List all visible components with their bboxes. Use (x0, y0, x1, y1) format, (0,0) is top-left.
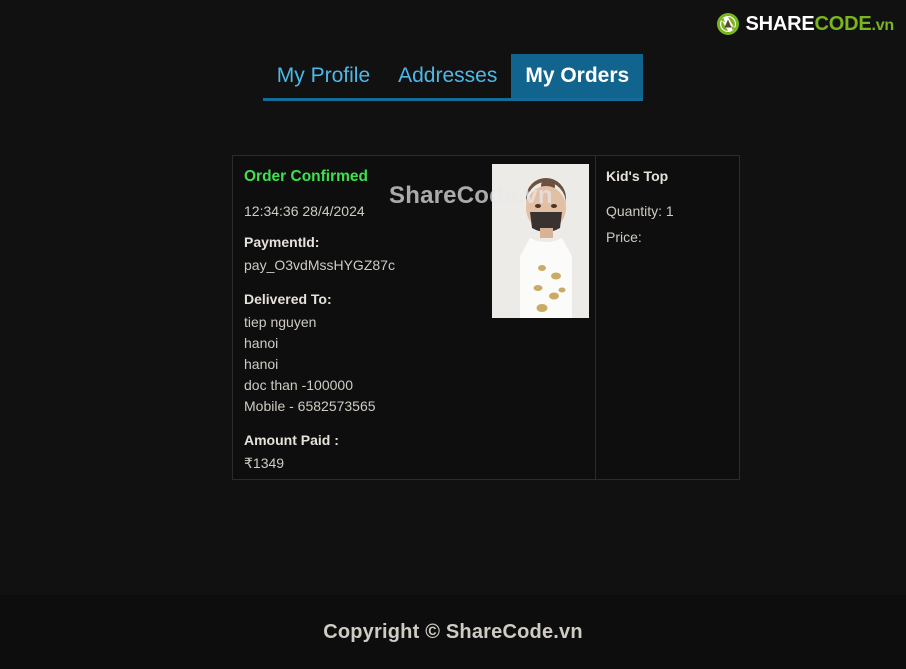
product-price: Price: (606, 229, 642, 245)
product-info-column: Kid's Top Quantity: 1 Price: (595, 156, 739, 479)
order-status: Order Confirmed (244, 168, 369, 185)
kids-top-photo-illustration (491, 164, 589, 318)
tab-list: My Profile Addresses My Orders (262, 54, 644, 101)
payment-id-label: PaymentId: (244, 233, 320, 250)
amount-paid-label: Amount Paid : (244, 431, 339, 448)
address-line: hanoi (244, 334, 279, 351)
product-image-column (485, 156, 595, 479)
payment-id-block: PaymentId: pay_O3vdMssHYGZ87c (244, 235, 485, 276)
tab-my-orders[interactable]: My Orders (511, 54, 644, 98)
account-tabs: My Profile Addresses My Orders (0, 54, 906, 101)
logo-code-text: CODE (814, 13, 872, 35)
copyright-text: Copyright © ShareCode.vn (323, 620, 583, 643)
payment-id-value: pay_O3vdMssHYGZ87c (244, 256, 395, 273)
delivery-address-block: Delivered To: tiep nguyen hanoi hanoi do… (244, 292, 485, 417)
order-card: Order Confirmed 12:34:36 28/4/2024 Payme… (232, 155, 740, 480)
delivered-to-label: Delivered To: (244, 290, 332, 307)
tab-addresses[interactable]: Addresses (384, 54, 511, 98)
sharecode-logo[interactable]: SHARE CODE .vn (716, 11, 894, 37)
address-line: tiep nguyen (244, 313, 317, 330)
address-line: doc than -100000 (244, 376, 353, 393)
amount-paid-value: ₹1349 (244, 454, 285, 471)
product-quantity: Quantity: 1 (606, 203, 674, 219)
logo-wordmark: SHARE CODE .vn (745, 14, 894, 34)
recycle-circle-icon (717, 13, 740, 35)
logo-share-text: SHARE (745, 13, 815, 35)
amount-paid-block: Amount Paid : ₹1349 (244, 433, 485, 474)
order-details-column: Order Confirmed 12:34:36 28/4/2024 Payme… (233, 156, 485, 479)
product-name: Kid's Top (606, 168, 669, 184)
address-line: hanoi (244, 355, 279, 372)
address-line: Mobile - 6582573565 (244, 397, 376, 414)
logo-tld-text: .vn (871, 17, 894, 34)
order-timestamp: 12:34:36 28/4/2024 (244, 202, 365, 219)
page-footer: Copyright © ShareCode.vn (0, 595, 906, 669)
tab-my-profile[interactable]: My Profile (263, 54, 384, 98)
product-photo[interactable] (491, 164, 589, 318)
